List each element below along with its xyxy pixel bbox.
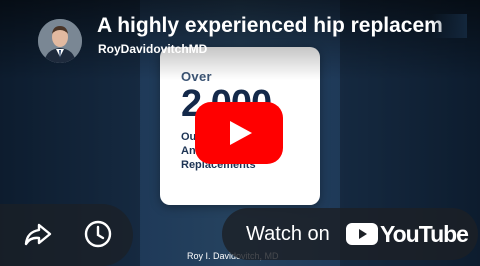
clock-icon xyxy=(84,220,112,248)
avatar-icon xyxy=(38,19,82,63)
watch-on-youtube-button[interactable]: Watch on YouTube xyxy=(222,208,478,260)
title-fade xyxy=(431,14,467,38)
video-player[interactable]: Over 2,000 Ou Ant Replacements Roy I. Da… xyxy=(0,0,480,266)
youtube-logo-icon xyxy=(346,223,378,245)
watch-on-text: Watch on xyxy=(246,223,330,245)
youtube-brand-text: YouTube xyxy=(380,221,469,247)
channel-name[interactable]: RoyDavidovitchMD xyxy=(98,42,207,56)
share-icon xyxy=(24,223,52,246)
watch-later-button[interactable] xyxy=(82,218,114,250)
channel-avatar[interactable] xyxy=(38,19,82,63)
share-button[interactable] xyxy=(22,218,54,250)
video-title-text: A highly experienced hip replacem xyxy=(97,14,443,37)
video-title[interactable]: A highly experienced hip replacem xyxy=(97,14,467,38)
play-button[interactable] xyxy=(195,102,283,164)
play-icon xyxy=(230,121,252,145)
